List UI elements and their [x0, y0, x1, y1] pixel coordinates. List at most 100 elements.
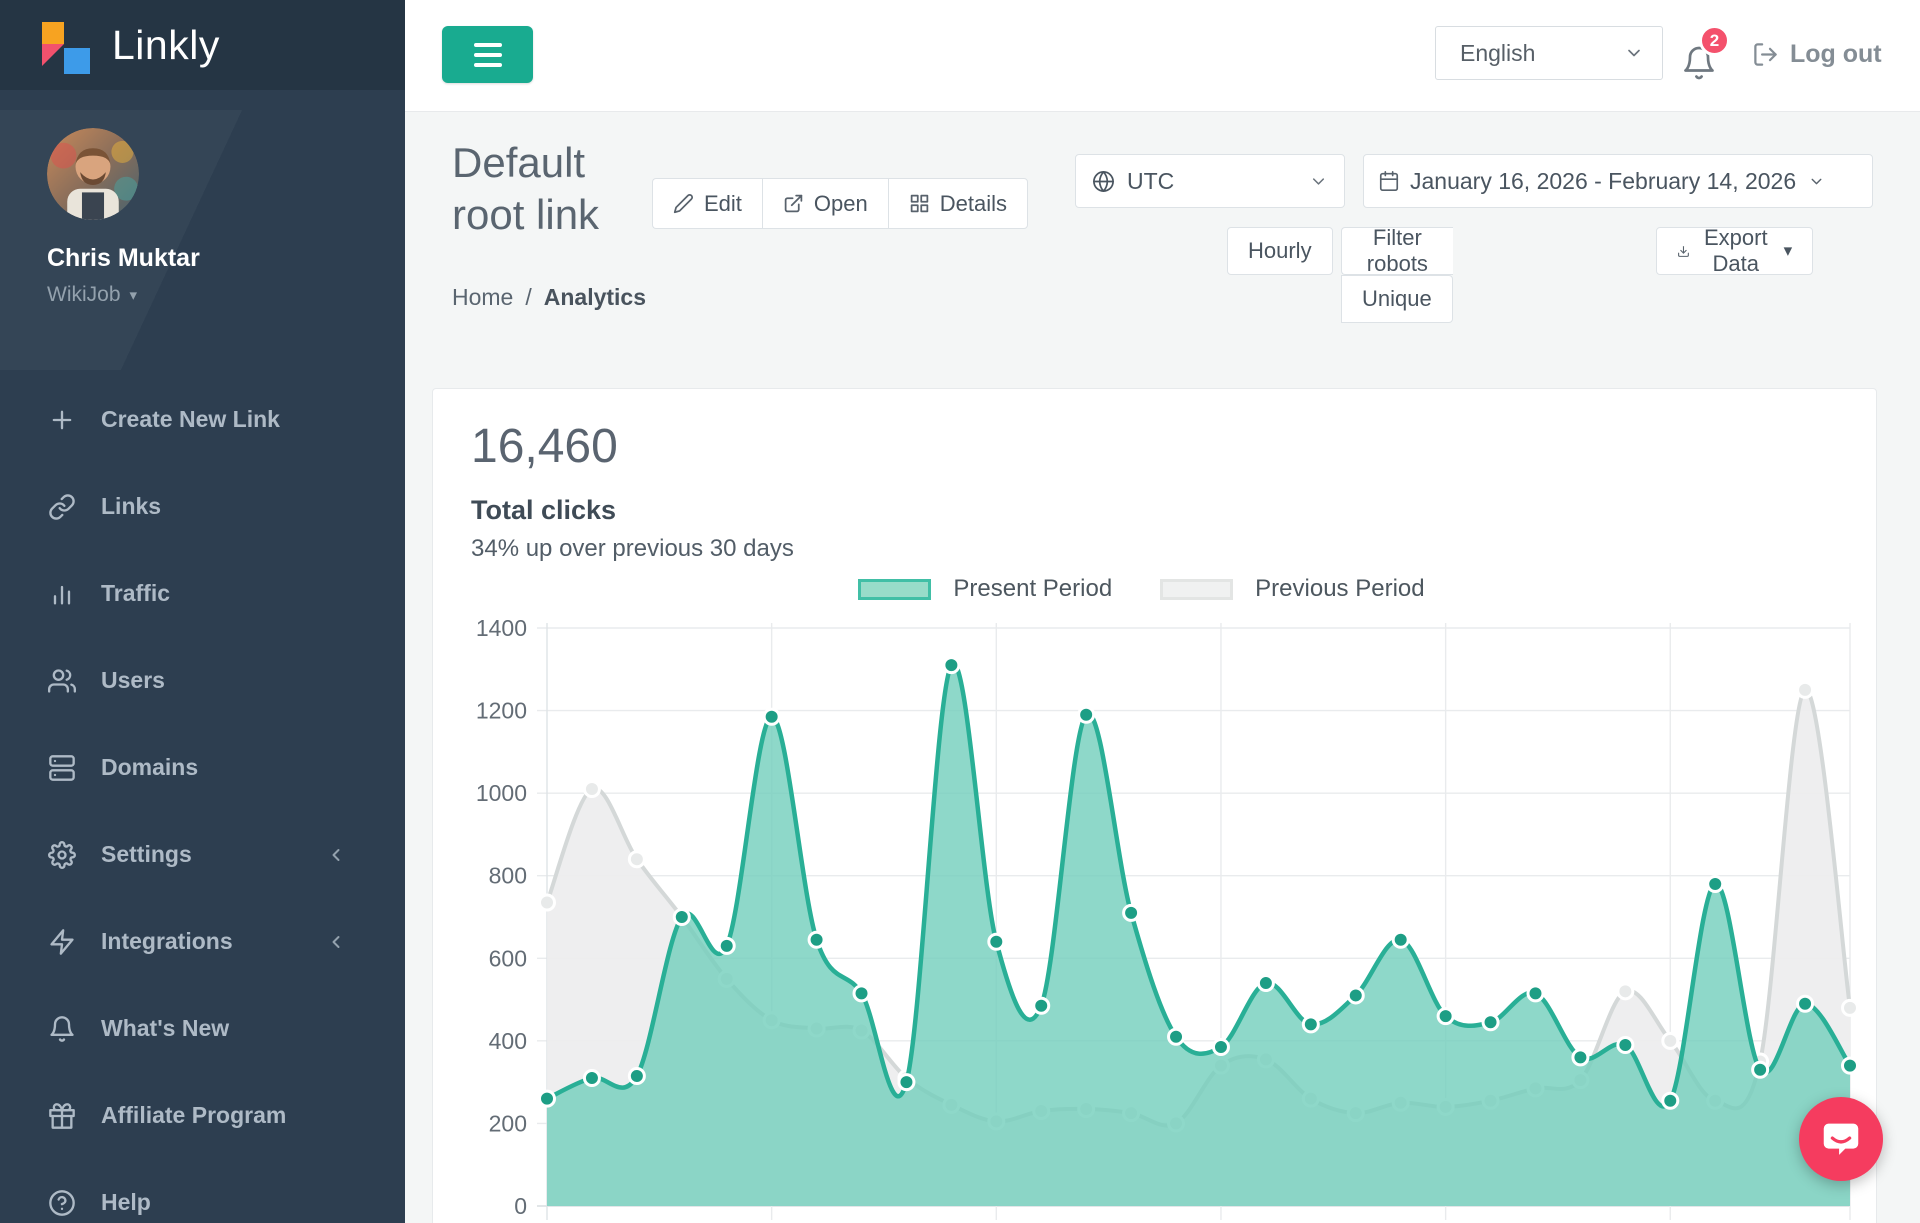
- user-name: Chris Muktar: [47, 244, 405, 273]
- sidebar-item-help[interactable]: Help: [0, 1159, 405, 1223]
- filter-robots-button[interactable]: Filter robots: [1341, 227, 1453, 275]
- export-data-button[interactable]: Export Data ▾: [1656, 227, 1813, 275]
- sidebar-item-create-new-link[interactable]: Create New Link: [0, 376, 405, 463]
- logout-button[interactable]: Log out: [1752, 40, 1882, 69]
- help-circle-icon: [48, 1189, 76, 1217]
- sidebar: Linkly: [0, 0, 405, 1223]
- chevron-left-icon: [326, 932, 346, 952]
- avatar[interactable]: [47, 128, 139, 220]
- date-range-value: January 16, 2026 - February 14, 2026: [1410, 168, 1796, 195]
- sidebar-item-label: Traffic: [101, 580, 170, 607]
- svg-text:400: 400: [489, 1028, 527, 1054]
- breadcrumb-separator: /: [525, 284, 531, 311]
- caret-down-icon: ▾: [1784, 241, 1793, 261]
- brand-name: Linkly: [112, 22, 220, 69]
- menu-toggle-button[interactable]: [442, 26, 533, 83]
- sidebar-item-label: What's New: [101, 1015, 229, 1042]
- calendar-icon: [1378, 170, 1400, 192]
- filter-toggle-group: Filter robots Unique: [1341, 227, 1453, 323]
- org-name: WikiJob: [47, 283, 121, 307]
- chat-bubble-icon: [1818, 1116, 1864, 1162]
- sidebar-item-integrations[interactable]: Integrations: [0, 898, 405, 985]
- previous-period-label: Previous Period: [1255, 575, 1424, 603]
- gift-icon: [48, 1102, 76, 1130]
- edit-button[interactable]: Edit: [652, 178, 762, 229]
- hourly-label: Hourly: [1248, 238, 1312, 264]
- timezone-value: UTC: [1127, 168, 1174, 195]
- export-label: Export Data: [1700, 225, 1772, 277]
- sidebar-item-label: Affiliate Program: [101, 1102, 286, 1129]
- sidebar-item-label: Users: [101, 667, 165, 694]
- sidebar-item-whats-new[interactable]: What's New: [0, 985, 405, 1072]
- sidebar-item-label: Settings: [101, 841, 192, 868]
- chevron-down-icon: [1624, 43, 1644, 63]
- breadcrumb-home[interactable]: Home: [452, 284, 513, 311]
- sidebar-item-domains[interactable]: Domains: [0, 724, 405, 811]
- globe-icon: [1092, 170, 1115, 193]
- present-period-swatch: [858, 579, 931, 600]
- total-clicks-label: Total clicks: [471, 495, 616, 526]
- open-label: Open: [814, 191, 868, 217]
- sidebar-item-label: Links: [101, 493, 161, 520]
- sidebar-header: Linkly: [0, 0, 405, 90]
- sidebar-item-label: Integrations: [101, 928, 233, 955]
- language-select[interactable]: English: [1435, 26, 1663, 80]
- breadcrumb: Home / Analytics: [452, 284, 646, 311]
- caret-down-icon: ▾: [130, 286, 138, 304]
- notifications-button[interactable]: 2: [1677, 33, 1737, 93]
- total-clicks-value: 16,460: [471, 419, 618, 474]
- chevron-down-icon: [1309, 172, 1328, 191]
- sidebar-item-links[interactable]: Links: [0, 463, 405, 550]
- profile-section: Chris Muktar WikiJob ▾: [0, 128, 405, 307]
- timezone-select[interactable]: UTC: [1075, 154, 1345, 208]
- bell-icon: [48, 1015, 76, 1043]
- plus-icon: [48, 406, 76, 434]
- svg-text:1400: 1400: [476, 615, 527, 641]
- analytics-card: 16,460 Total clicks 34% up over previous…: [432, 388, 1877, 1223]
- external-link-icon: [783, 193, 804, 214]
- logo-orange-square: [42, 22, 64, 44]
- sidebar-item-affiliate-program[interactable]: Affiliate Program: [0, 1072, 405, 1159]
- download-icon: [1677, 241, 1690, 262]
- server-icon: [48, 754, 76, 782]
- details-label: Details: [940, 191, 1007, 217]
- svg-text:200: 200: [489, 1110, 527, 1136]
- svg-text:800: 800: [489, 863, 527, 889]
- svg-text:1200: 1200: [476, 698, 527, 724]
- svg-text:0: 0: [514, 1193, 527, 1219]
- hourly-button[interactable]: Hourly: [1227, 227, 1333, 275]
- sidebar-item-traffic[interactable]: Traffic: [0, 550, 405, 637]
- logout-label: Log out: [1790, 40, 1882, 69]
- org-switcher[interactable]: WikiJob ▾: [47, 283, 405, 307]
- linkly-app: Linkly: [0, 0, 1920, 1223]
- sidebar-nav: Create New Link Links Traffic Users Doma…: [0, 376, 405, 1223]
- link-action-group: Edit Open Details: [652, 178, 1028, 229]
- sidebar-item-label: Domains: [101, 754, 198, 781]
- chevron-down-icon: [1808, 173, 1825, 190]
- svg-text:1000: 1000: [476, 780, 527, 806]
- bar-chart-icon: [48, 580, 76, 608]
- unique-label: Unique: [1362, 286, 1432, 312]
- topbar: English 2 Log out: [405, 0, 1920, 112]
- chat-widget-button[interactable]: [1799, 1097, 1883, 1181]
- notification-badge: 2: [1699, 25, 1730, 56]
- zap-icon: [48, 928, 76, 956]
- details-button[interactable]: Details: [888, 178, 1028, 229]
- sidebar-item-settings[interactable]: Settings: [0, 811, 405, 898]
- grid-icon: [909, 193, 930, 214]
- unique-button[interactable]: Unique: [1341, 275, 1453, 323]
- linkly-logo-icon[interactable]: [42, 20, 90, 70]
- gear-icon: [48, 841, 76, 869]
- sidebar-item-users[interactable]: Users: [0, 637, 405, 724]
- comparison-text: 34% up over previous 30 days: [471, 535, 794, 563]
- filter-robots-label: Filter robots: [1362, 225, 1433, 277]
- clicks-area-chart[interactable]: 0 200 400 600 800 1000 1200 1400: [433, 601, 1877, 1223]
- sidebar-item-label: Create New Link: [101, 406, 280, 433]
- language-selected: English: [1460, 40, 1535, 67]
- open-button[interactable]: Open: [762, 178, 888, 229]
- chevron-left-icon: [326, 845, 346, 865]
- chart-legend: Present Period Previous Period: [433, 575, 1876, 603]
- previous-period-swatch: [1160, 579, 1233, 600]
- date-range-picker[interactable]: January 16, 2026 - February 14, 2026: [1363, 154, 1873, 208]
- svg-text:600: 600: [489, 945, 527, 971]
